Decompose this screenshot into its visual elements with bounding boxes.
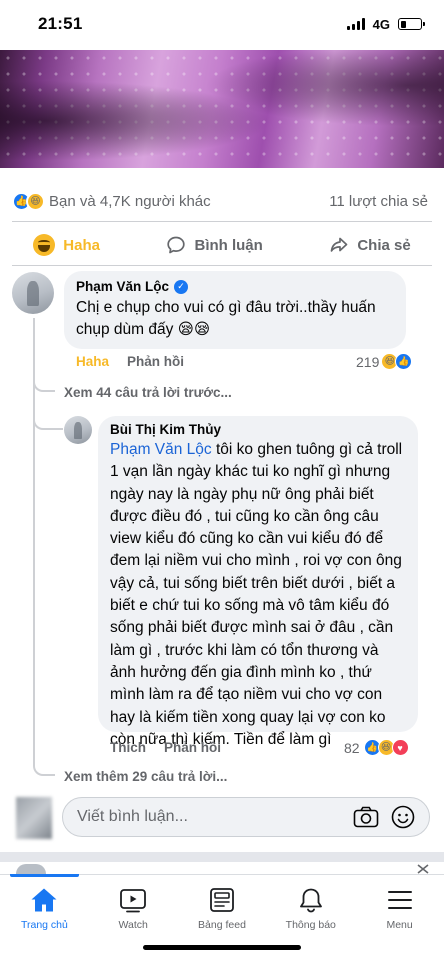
like-reaction-icon: 👍 (395, 353, 413, 370)
section-separator (0, 852, 444, 862)
reaction-summary-text: Bạn và 4,7K người khác (49, 192, 211, 210)
reply-reaction-number: 82 (344, 739, 360, 756)
home-indicator (143, 945, 301, 950)
comment-reaction-number: 219 (356, 353, 380, 370)
reply-text: Phạm Văn Lộc tôi ko ghen tuông gì cả tro… (110, 439, 406, 751)
reply-body: tôi ko ghen tuông gì cả troll 1 vạn lần … (110, 441, 403, 748)
post-photo[interactable] (0, 50, 444, 168)
battery-level (400, 20, 407, 28)
avatar (16, 864, 46, 874)
comment-input-placeholder: Viết bình luận... (77, 808, 188, 825)
battery-icon (398, 18, 425, 30)
reply-like-button[interactable]: Thích (110, 740, 146, 755)
avatar[interactable] (64, 416, 92, 444)
thread-connector (33, 744, 55, 776)
haha-face-icon (33, 234, 56, 256)
tab-label: Menu (386, 919, 413, 931)
close-icon[interactable] (416, 864, 430, 874)
status-bar: 21:51 4G (0, 0, 444, 48)
tab-label: Trang chủ (20, 919, 68, 931)
divider (12, 265, 432, 266)
share-count[interactable]: 11 lượt chia sẻ (329, 193, 428, 210)
network-type: 4G (372, 16, 390, 32)
react-label: Haha (63, 236, 100, 254)
feed-icon (210, 888, 234, 912)
camera-icon[interactable] (353, 806, 379, 828)
mention-link[interactable]: Phạm Văn Lộc (110, 441, 212, 458)
watch-icon (120, 889, 147, 913)
tab-label: Watch (118, 919, 148, 931)
comment-haha-button[interactable]: Haha (76, 354, 109, 369)
view-previous-replies-link[interactable]: Xem 44 câu trả lời trước... (64, 385, 232, 400)
share-button[interactable]: Chia sẻ (329, 235, 411, 255)
heart-reaction-icon: ♥ (391, 739, 409, 756)
comment-reply-button[interactable]: Phản hồi (127, 354, 184, 369)
share-icon (330, 237, 348, 252)
divider (12, 221, 432, 222)
status-indicators: 4G (346, 16, 425, 32)
comment-bubble: Phạm Văn Lộc ✓ Chị e chụp cho vui có gì … (64, 271, 406, 349)
reply-author-name[interactable]: Bùi Thị Kim Thủy (110, 422, 221, 437)
comment-author[interactable]: Phạm Văn Lộc ✓ (76, 279, 394, 294)
bell-icon (299, 888, 322, 913)
view-more-replies-link[interactable]: Xem thêm 29 câu trả lời... (64, 769, 227, 784)
reply-meta: Thích Phản hồi (110, 740, 221, 755)
haha-reaction-icon: 😆 (26, 191, 45, 211)
comment-text: Chị e chụp cho vui có gì đâu trời..thầy … (76, 299, 376, 339)
status-time: 21:51 (38, 14, 83, 33)
thread-connector (33, 372, 55, 392)
avatar[interactable] (12, 272, 54, 314)
reaction-summary[interactable]: 👍 😆 Bạn và 4,7K người khác 11 lượt chia … (0, 184, 444, 218)
menu-icon (387, 891, 412, 909)
comment-reaction-count[interactable]: 219 😆 👍 (356, 353, 413, 370)
comment-input[interactable]: Viết bình luận... (62, 797, 430, 837)
reply-author[interactable]: Bùi Thị Kim Thủy (110, 422, 406, 437)
next-post-peek (0, 862, 444, 874)
comment-label: Bình luận (194, 236, 263, 254)
reply-bubble: Bùi Thị Kim Thủy Phạm Văn Lộc tôi ko ghe… (98, 416, 418, 748)
tab-home[interactable]: Trang chủ (0, 874, 89, 960)
tab-label: Thông báo (285, 919, 336, 931)
comment-author-name[interactable]: Phạm Văn Lộc (76, 279, 169, 294)
tab-label: Bảng feed (198, 919, 246, 931)
user-avatar (16, 797, 52, 839)
thread-connector (33, 412, 63, 430)
comment-icon (167, 236, 186, 254)
haha-react-button[interactable]: Haha (33, 234, 100, 256)
verified-badge-icon: ✓ (174, 279, 189, 294)
comment-button[interactable]: Bình luận (166, 235, 263, 255)
post-action-bar: Haha Bình luận Chia sẻ (0, 228, 444, 262)
signal-icon (346, 18, 365, 30)
emoji-icon[interactable] (391, 805, 415, 829)
reply-reaction-count[interactable]: 82 👍 😆 ♥ (344, 739, 409, 756)
comment-meta: Haha Phản hồi (76, 354, 184, 369)
comment-composer: Viết bình luận... (0, 793, 444, 843)
reply-reply-button[interactable]: Phản hồi (164, 740, 221, 755)
tab-menu[interactable]: Menu (355, 875, 444, 960)
share-label: Chia sẻ (357, 236, 411, 254)
home-icon (31, 888, 57, 912)
